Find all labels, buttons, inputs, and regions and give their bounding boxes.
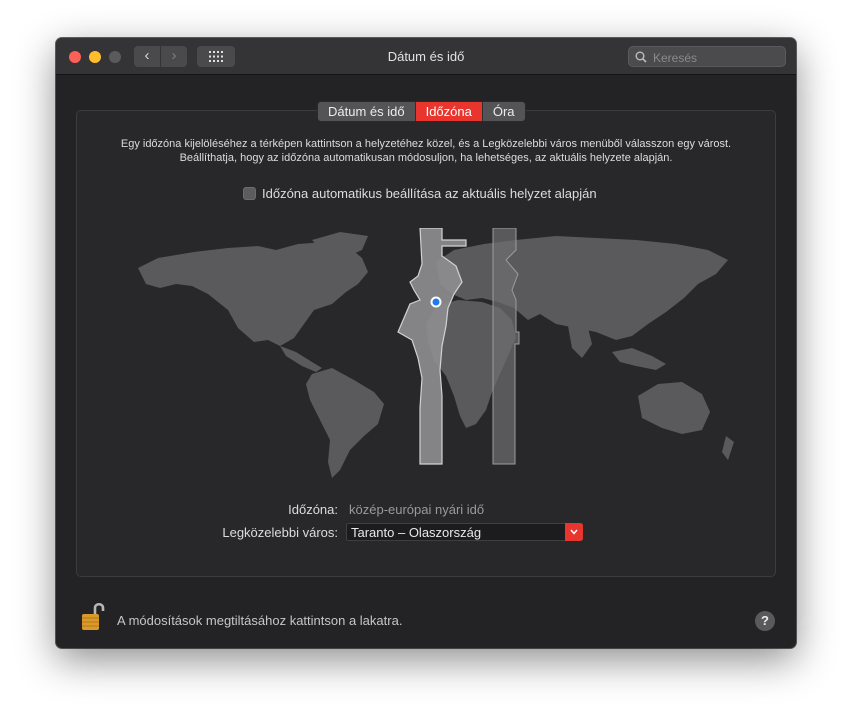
- continent-south-america: [306, 368, 384, 478]
- closest-city-select[interactable]: Taranto – Olaszország: [346, 523, 583, 541]
- instructions-line-1: Egy időzóna kijelöléséhez a térképen kat…: [120, 138, 732, 150]
- auto-timezone-label: Időzóna automatikus beállítása az aktuál…: [262, 186, 597, 201]
- padlock-open-icon[interactable]: [81, 600, 105, 632]
- continent-india: [568, 326, 592, 358]
- title-bar: ‹ › Dátum és idő: [56, 38, 796, 75]
- tab-clock[interactable]: Óra: [483, 102, 525, 121]
- dropdown-arrow[interactable]: [565, 523, 583, 541]
- island-southeast-asia: [612, 348, 666, 370]
- timezone-value: közép-európai nyári idő: [349, 502, 485, 517]
- closest-city-value: Taranto – Olaszország: [351, 525, 482, 540]
- continent-australia: [638, 382, 710, 434]
- location-pin: [430, 296, 442, 308]
- instructions-line-2: Beállíthatja, hogy az időzóna automatiku…: [179, 152, 673, 164]
- search-input[interactable]: [651, 47, 785, 68]
- world-map[interactable]: [136, 228, 736, 488]
- tab-date-time[interactable]: Dátum és idő: [318, 102, 416, 121]
- continent-central-america: [280, 346, 322, 372]
- continent-north-america: [138, 242, 368, 346]
- chevron-down-icon: [570, 529, 578, 535]
- closest-city-label: Legközelebbi város:: [222, 525, 338, 540]
- search-field[interactable]: [628, 46, 786, 68]
- search-icon: [635, 51, 647, 63]
- help-button[interactable]: ?: [755, 611, 775, 631]
- auto-timezone-checkbox[interactable]: [243, 187, 256, 200]
- lock-hint-text: A módosítások megtiltásához kattintson a…: [117, 613, 403, 628]
- island-new-zealand: [722, 436, 734, 460]
- timezone-label: Időzóna:: [288, 502, 338, 517]
- preferences-window: ‹ › Dátum és idő Dátum és idő Id: [56, 38, 796, 648]
- instructions-text: Egy időzóna kijelöléséhez a térképen kat…: [116, 137, 736, 165]
- tab-timezone[interactable]: Időzóna: [415, 102, 483, 121]
- tab-bar: Dátum és idő Időzóna Óra: [317, 101, 526, 122]
- auto-timezone-option[interactable]: Időzóna automatikus beállítása az aktuál…: [243, 186, 597, 201]
